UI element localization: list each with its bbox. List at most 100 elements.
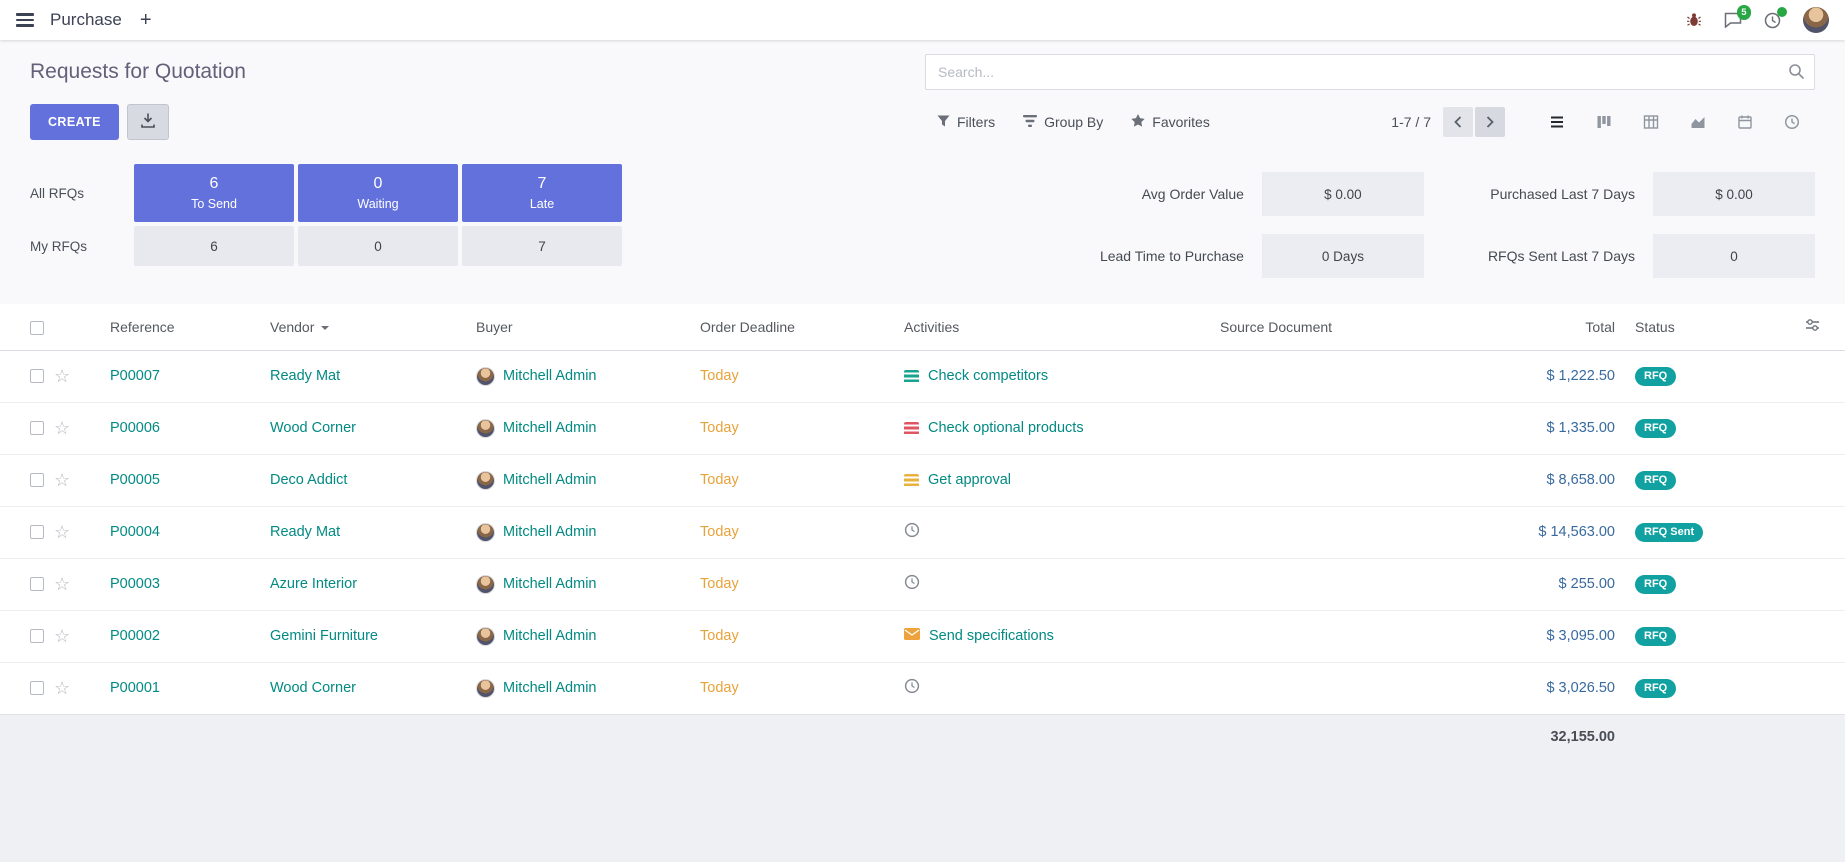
activity-clock-icon[interactable] [1764,12,1781,29]
my-rfqs-filter[interactable]: My RFQs [30,226,130,266]
pager-previous-button[interactable] [1443,107,1473,137]
kpi-to-send[interactable]: 6 To Send [134,164,294,222]
debug-bug-icon[interactable] [1686,12,1702,28]
menu-hamburger-icon[interactable] [16,13,34,26]
row-checkbox[interactable] [30,681,44,695]
vendor-link[interactable]: Deco Addict [270,472,347,488]
clock-icon[interactable] [904,678,920,698]
activity-list-yellow-icon[interactable] [904,474,919,487]
favorite-star-icon[interactable] [54,574,70,595]
table-row[interactable]: P00007 Ready Mat Mitchell Admin Today Ch… [0,350,1845,402]
activity-list-teal-icon[interactable] [904,370,919,383]
search-box [925,54,1815,90]
list-view-icon[interactable] [1533,106,1580,138]
reference-link[interactable]: P00004 [110,524,160,540]
favorite-star-icon[interactable] [54,366,70,387]
activity-view-icon[interactable] [1768,106,1815,138]
create-button[interactable]: CREATE [30,104,119,140]
favorite-star-icon[interactable] [54,522,70,543]
kanban-view-icon[interactable] [1580,106,1627,138]
buyer-link[interactable]: Mitchell Admin [503,420,596,436]
row-checkbox[interactable] [30,473,44,487]
vendor-link[interactable]: Ready Mat [270,368,340,384]
filters-button[interactable]: Filters [937,114,995,130]
search-icon[interactable] [1788,63,1805,83]
my-late-count[interactable]: 7 [462,226,622,266]
favorite-star-icon[interactable] [54,470,70,491]
messages-icon[interactable]: 5 [1724,12,1742,28]
all-rfqs-filter[interactable]: All RFQs [30,164,130,222]
group-by-icon [1023,114,1037,130]
reference-link[interactable]: P00001 [110,680,160,696]
kpi-late[interactable]: 7 Late [462,164,622,222]
vendor-link[interactable]: Ready Mat [270,524,340,540]
buyer-link[interactable]: Mitchell Admin [503,680,596,696]
column-header-deadline[interactable]: Order Deadline [690,304,894,350]
buyer-link[interactable]: Mitchell Admin [503,368,596,384]
graph-view-icon[interactable] [1674,106,1721,138]
buyer-link[interactable]: Mitchell Admin [503,472,596,488]
favorite-star-icon[interactable] [54,418,70,439]
favorite-star-icon[interactable] [54,626,70,647]
reference-link[interactable]: P00005 [110,472,160,488]
new-tab-plus-button[interactable]: + [140,10,152,30]
total-amount: $ 8,658.00 [1546,472,1615,488]
row-checkbox[interactable] [30,629,44,643]
table-row[interactable]: P00002 Gemini Furniture Mitchell Admin T… [0,610,1845,662]
column-header-reference[interactable]: Reference [100,304,260,350]
pager-next-button[interactable] [1475,107,1505,137]
row-checkbox[interactable] [30,577,44,591]
select-all-checkbox[interactable] [30,321,44,335]
my-waiting-count[interactable]: 0 [298,226,458,266]
table-row[interactable]: P00001 Wood Corner Mitchell Admin Today … [0,662,1845,714]
row-checkbox[interactable] [30,421,44,435]
favorite-star-icon[interactable] [54,678,70,699]
column-header-total[interactable]: Total [1440,304,1625,350]
activity-list-red-icon[interactable] [904,422,919,435]
search-input[interactable] [925,54,1815,90]
row-checkbox[interactable] [30,525,44,539]
kpi-waiting[interactable]: 0 Waiting [298,164,458,222]
export-button[interactable] [127,104,169,140]
reference-link[interactable]: P00007 [110,368,160,384]
clock-icon[interactable] [904,522,920,542]
column-header-status[interactable]: Status [1625,304,1795,350]
column-header-vendor[interactable]: Vendor [260,304,466,350]
table-row[interactable]: P00004 Ready Mat Mitchell Admin Today $ … [0,506,1845,558]
activity-link[interactable]: Check competitors [928,368,1048,384]
activity-link[interactable]: Send specifications [929,628,1054,644]
user-avatar[interactable] [1803,7,1829,33]
activity-link[interactable]: Get approval [928,472,1011,488]
control-panel: Requests for Quotation CREATE Filters [0,40,1845,156]
activity-link[interactable]: Check optional products [928,420,1084,436]
table-row[interactable]: P00006 Wood Corner Mitchell Admin Today … [0,402,1845,454]
buyer-link[interactable]: Mitchell Admin [503,576,596,592]
clock-icon[interactable] [904,574,920,594]
reference-link[interactable]: P00002 [110,628,160,644]
app-name[interactable]: Purchase [50,10,122,30]
column-header-source[interactable]: Source Document [1210,304,1440,350]
envelope-icon[interactable] [904,628,920,644]
my-to-send-count[interactable]: 6 [134,226,294,266]
buyer-link[interactable]: Mitchell Admin [503,628,596,644]
reference-link[interactable]: P00003 [110,576,160,592]
table-row[interactable]: P00005 Deco Addict Mitchell Admin Today … [0,454,1845,506]
sort-caret-icon [321,326,329,334]
vendor-link[interactable]: Azure Interior [270,576,357,592]
row-checkbox[interactable] [30,369,44,383]
stat-avg-order-value: Avg Order Value $ 0.00 [1100,172,1424,216]
group-by-button[interactable]: Group By [1023,114,1103,130]
column-header-buyer[interactable]: Buyer [466,304,690,350]
calendar-view-icon[interactable] [1721,106,1768,138]
vendor-link[interactable]: Gemini Furniture [270,628,378,644]
vendor-link[interactable]: Wood Corner [270,420,356,436]
favorites-button[interactable]: Favorites [1131,114,1210,130]
vendor-link[interactable]: Wood Corner [270,680,356,696]
optional-columns-button[interactable] [1795,304,1845,350]
buyer-link[interactable]: Mitchell Admin [503,524,596,540]
column-header-activities[interactable]: Activities [894,304,1210,350]
pivot-view-icon[interactable] [1627,106,1674,138]
table-row[interactable]: P00003 Azure Interior Mitchell Admin Tod… [0,558,1845,610]
reference-link[interactable]: P00006 [110,420,160,436]
pager-text: 1-7 / 7 [1391,114,1431,130]
